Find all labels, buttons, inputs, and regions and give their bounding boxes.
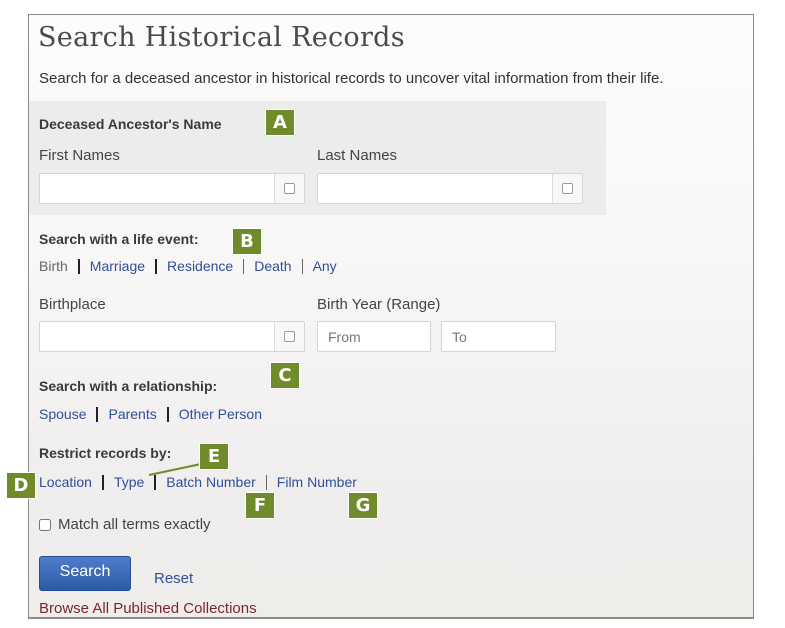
page-title: Search Historical Records — [38, 22, 405, 53]
restrict-location[interactable]: Location — [39, 474, 92, 490]
life-event-any[interactable]: Any — [313, 258, 337, 274]
relationship-other-person[interactable]: Other Person — [179, 406, 262, 422]
birthplace-field-group — [39, 321, 305, 352]
restrict-heading: Restrict records by: — [39, 445, 172, 461]
birthplace-exact-toggle[interactable] — [274, 322, 304, 351]
last-names-label: Last Names — [317, 147, 398, 164]
separator — [101, 474, 104, 490]
separator — [96, 406, 99, 422]
checkbox-icon — [562, 183, 573, 194]
relationship-parents[interactable]: Parents — [108, 406, 156, 422]
search-button[interactable]: Search — [39, 556, 131, 591]
reset-link[interactable]: Reset — [154, 570, 193, 587]
separator — [243, 258, 245, 274]
browse-collections-link[interactable]: Browse All Published Collections — [39, 600, 257, 617]
restrict-film-number[interactable]: Film Number — [277, 474, 357, 490]
relationship-spouse[interactable]: Spouse — [39, 406, 86, 422]
separator — [265, 474, 267, 490]
life-event-residence[interactable]: Residence — [167, 258, 233, 274]
page-subtitle: Search for a deceased ancestor in histor… — [39, 70, 664, 87]
relationship-heading: Search with a relationship: — [39, 378, 218, 394]
birthplace-input[interactable] — [40, 322, 274, 351]
separator — [301, 258, 303, 274]
callout-e: E — [199, 443, 229, 470]
callout-b: B — [232, 228, 262, 255]
ancestor-name-heading: Deceased Ancestor's Name — [39, 116, 222, 132]
callout-a: A — [265, 109, 295, 136]
relationship-options: Spouse Parents Other Person — [39, 406, 262, 422]
first-names-input[interactable] — [40, 174, 274, 203]
first-names-label: First Names — [39, 147, 120, 164]
callout-c: C — [270, 362, 300, 389]
birth-year-to-input[interactable] — [441, 321, 556, 352]
restrict-type[interactable]: Type — [114, 474, 144, 490]
last-names-field-group — [317, 173, 583, 204]
callout-d: D — [6, 472, 36, 499]
match-exact-label: Match all terms exactly — [58, 516, 211, 533]
life-event-options: Birth Marriage Residence Death Any — [39, 258, 337, 274]
first-names-exact-toggle[interactable] — [274, 174, 304, 203]
birth-year-label: Birth Year (Range) — [317, 296, 441, 313]
life-event-death[interactable]: Death — [254, 258, 291, 274]
birth-year-from-input[interactable] — [317, 321, 431, 352]
callout-f: F — [245, 492, 275, 519]
checkbox-icon — [284, 331, 295, 342]
callout-e-leader-line — [148, 463, 202, 476]
life-event-heading: Search with a life event: — [39, 231, 199, 247]
separator — [77, 258, 80, 274]
callout-g: G — [348, 492, 378, 519]
checkbox-icon — [284, 183, 295, 194]
first-names-field-group — [39, 173, 305, 204]
life-event-marriage[interactable]: Marriage — [90, 258, 145, 274]
separator — [155, 258, 158, 274]
life-event-birth[interactable]: Birth — [39, 258, 68, 274]
separator — [166, 406, 169, 422]
birthplace-label: Birthplace — [39, 296, 106, 313]
last-names-input[interactable] — [318, 174, 552, 203]
match-exact-option[interactable]: Match all terms exactly — [39, 516, 211, 533]
match-exact-checkbox[interactable] — [39, 518, 51, 531]
last-names-exact-toggle[interactable] — [552, 174, 582, 203]
